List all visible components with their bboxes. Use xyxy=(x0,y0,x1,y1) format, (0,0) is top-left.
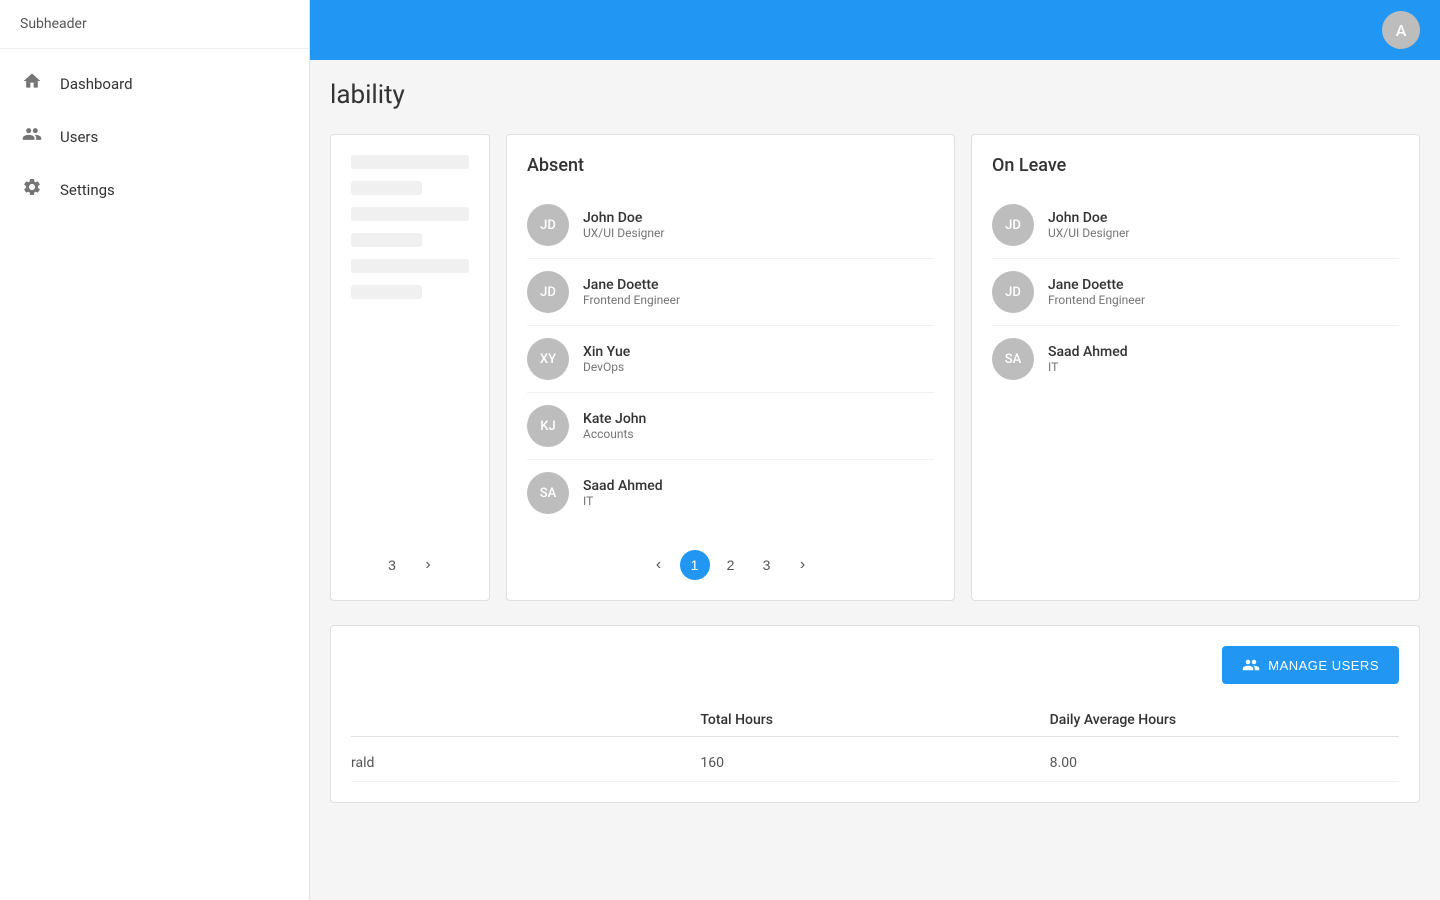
sidebar-item-label-settings: Settings xyxy=(60,181,115,199)
person-name: Xin Yue xyxy=(583,344,630,360)
table-header: Total Hours Daily Average Hours xyxy=(351,704,1399,737)
person-info: Jane Doette Frontend Engineer xyxy=(1048,277,1145,307)
on-leave-person-item: SA Saad Ahmed IT xyxy=(992,326,1399,392)
sidebar-item-settings[interactable]: Settings xyxy=(0,163,309,216)
on-leave-person-item: JD Jane Doette Frontend Engineer xyxy=(992,259,1399,326)
settings-icon xyxy=(20,177,44,202)
person-role: UX/UI Designer xyxy=(1048,226,1129,240)
manage-users-label: MANAGE USERS xyxy=(1268,658,1379,673)
absent-person-item: SA Saad Ahmed IT xyxy=(527,460,934,526)
person-name: John Doe xyxy=(1048,210,1129,226)
person-avatar: JD xyxy=(992,204,1034,246)
left-page-next[interactable]: › xyxy=(413,550,443,580)
sidebar-item-label-users: Users xyxy=(60,128,98,146)
person-role: Accounts xyxy=(583,427,646,441)
table-row: rald 160 8.00 xyxy=(351,745,1399,782)
absent-person-item: JD Jane Doette Frontend Engineer xyxy=(527,259,934,326)
topbar: A xyxy=(310,0,1440,60)
person-info: Kate John Accounts xyxy=(583,411,646,441)
sidebar: Subheader Dashboard Users Settings xyxy=(0,0,310,900)
sidebar-subheader: Subheader xyxy=(0,0,309,49)
absent-person-item: KJ Kate John Accounts xyxy=(527,393,934,460)
person-avatar: SA xyxy=(992,338,1034,380)
on-leave-person-item: JD John Doe UX/UI Designer xyxy=(992,192,1399,259)
person-info: Saad Ahmed IT xyxy=(583,478,663,508)
table-cell-daily-avg: 8.00 xyxy=(1050,755,1399,771)
person-role: UX/UI Designer xyxy=(583,226,664,240)
person-role: Frontend Engineer xyxy=(583,293,680,307)
table-cell-total-hours: 160 xyxy=(700,755,1049,771)
person-avatar: JD xyxy=(527,204,569,246)
person-avatar: XY xyxy=(527,338,569,380)
person-name: Kate John xyxy=(583,411,646,427)
person-info: Xin Yue DevOps xyxy=(583,344,630,374)
content-area: lability 3 › Absent xyxy=(310,60,1440,900)
absent-page-3[interactable]: 3 xyxy=(752,550,782,580)
person-name: Jane Doette xyxy=(583,277,680,293)
person-name: Jane Doette xyxy=(1048,277,1145,293)
absent-next[interactable]: › xyxy=(788,550,818,580)
sidebar-nav: Dashboard Users Settings xyxy=(0,49,309,224)
absent-person-item: XY Xin Yue DevOps xyxy=(527,326,934,393)
on-leave-card: On Leave JD John Doe UX/UI Designer JD J… xyxy=(971,134,1420,601)
person-role: IT xyxy=(1048,360,1128,374)
person-avatar: SA xyxy=(527,472,569,514)
table-header-daily-avg: Daily Average Hours xyxy=(1050,712,1399,728)
left-card-pagination: 3 › xyxy=(351,534,469,580)
table-header-total-hours: Total Hours xyxy=(700,712,1049,728)
person-info: John Doe UX/UI Designer xyxy=(583,210,664,240)
absent-card: Absent JD John Doe UX/UI Designer JD Jan… xyxy=(506,134,955,601)
person-avatar: KJ xyxy=(527,405,569,447)
absent-pagination: ‹ 1 2 3 › xyxy=(527,542,934,580)
person-name: Saad Ahmed xyxy=(583,478,663,494)
placeholder-1 xyxy=(351,155,469,169)
person-role: Frontend Engineer xyxy=(1048,293,1145,307)
absent-card-title: Absent xyxy=(527,155,934,176)
person-info: Saad Ahmed IT xyxy=(1048,344,1128,374)
manage-users-icon xyxy=(1242,656,1260,674)
user-avatar[interactable]: A xyxy=(1382,11,1420,49)
absent-page-2[interactable]: 2 xyxy=(716,550,746,580)
person-role: DevOps xyxy=(583,360,630,374)
users-icon xyxy=(20,124,44,149)
placeholder-6 xyxy=(351,285,422,299)
main-area: A lability 3 › Absent xyxy=(310,0,1440,900)
left-page-3[interactable]: 3 xyxy=(377,550,407,580)
absent-person-item: JD John Doe UX/UI Designer xyxy=(527,192,934,259)
left-card: 3 › xyxy=(330,134,490,601)
home-icon xyxy=(20,71,44,96)
on-leave-card-title: On Leave xyxy=(992,155,1399,176)
person-info: Jane Doette Frontend Engineer xyxy=(583,277,680,307)
placeholder-5 xyxy=(351,259,469,273)
cards-row: 3 › Absent JD John Doe UX/UI Designer JD… xyxy=(330,134,1420,601)
absent-prev[interactable]: ‹ xyxy=(644,550,674,580)
absent-person-list: JD John Doe UX/UI Designer JD Jane Doett… xyxy=(527,192,934,526)
bottom-section: MANAGE USERS Total Hours Daily Average H… xyxy=(330,625,1420,803)
person-name: John Doe xyxy=(583,210,664,226)
person-avatar: JD xyxy=(527,271,569,313)
manage-users-button[interactable]: MANAGE USERS xyxy=(1222,646,1399,684)
absent-page-1[interactable]: 1 xyxy=(680,550,710,580)
on-leave-person-list: JD John Doe UX/UI Designer JD Jane Doett… xyxy=(992,192,1399,580)
sidebar-item-users[interactable]: Users xyxy=(0,110,309,163)
person-avatar: JD xyxy=(992,271,1034,313)
table-cell-name: rald xyxy=(351,755,700,771)
table-header-name xyxy=(351,712,700,728)
page-title: lability xyxy=(330,80,1420,110)
placeholder-4 xyxy=(351,233,422,247)
placeholder-3 xyxy=(351,207,469,221)
person-name: Saad Ahmed xyxy=(1048,344,1128,360)
placeholder-2 xyxy=(351,181,422,195)
person-role: IT xyxy=(583,494,663,508)
person-info: John Doe UX/UI Designer xyxy=(1048,210,1129,240)
bottom-actions: MANAGE USERS xyxy=(351,646,1399,684)
sidebar-item-label-dashboard: Dashboard xyxy=(60,75,133,93)
sidebar-item-dashboard[interactable]: Dashboard xyxy=(0,57,309,110)
